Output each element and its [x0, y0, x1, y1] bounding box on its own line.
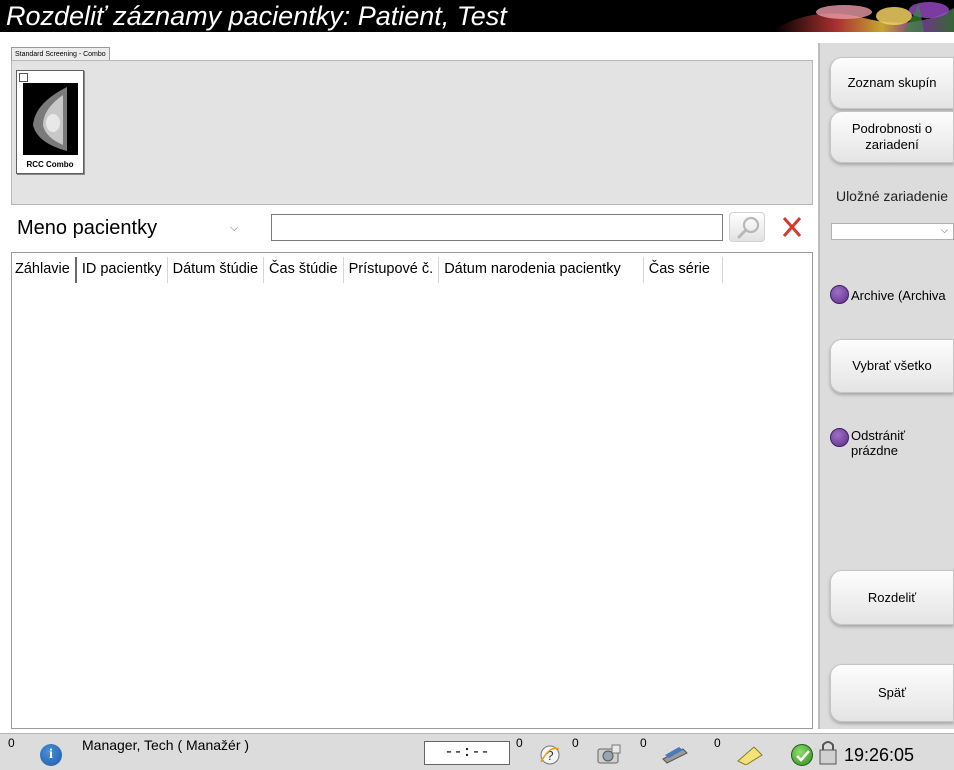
info-icon[interactable]: i: [40, 744, 62, 766]
group-list-label: Zoznam skupín: [847, 75, 937, 90]
split-label: Rozdeliť: [867, 589, 917, 605]
column-header[interactable]: Dátum narodenia pacientky: [439, 257, 644, 283]
clear-search-button[interactable]: [774, 212, 810, 242]
mammogram-image: [23, 83, 78, 155]
close-icon: [782, 217, 802, 237]
media-count: 0: [572, 736, 579, 750]
notes-icon[interactable]: [734, 743, 764, 765]
back-button[interactable]: Späť: [830, 664, 954, 722]
column-header[interactable]: Čas štúdie: [264, 257, 344, 283]
device-details-label: Podrobnosti o zariadení: [851, 121, 933, 152]
help-icon[interactable]: ?: [537, 743, 563, 765]
column-header[interactable]: ID pacientky: [77, 257, 168, 283]
check-icon[interactable]: [791, 744, 813, 766]
select-all-label: Vybrať všetko: [852, 358, 932, 373]
radio-button[interactable]: [830, 285, 849, 304]
printer-count: 0: [640, 736, 647, 750]
archive-label: Archive (Archiva: [851, 288, 946, 303]
column-header[interactable]: Záhlavie: [12, 257, 77, 283]
lock-icon[interactable]: [816, 738, 840, 768]
back-label: Späť: [877, 685, 906, 700]
remove-empty-label: Odstrániť prázdne: [851, 428, 906, 458]
checkmark-icon: [796, 750, 810, 762]
right-panel: Zoznam skupín Podrobnosti o zariadení Ul…: [818, 43, 954, 729]
thumbnail-checkbox[interactable]: [19, 73, 28, 82]
storage-device-label: Uložné zariadenie: [835, 188, 949, 204]
image-thumbnail[interactable]: RCC Combo: [16, 70, 84, 174]
flower-logo-icon: [754, 0, 954, 32]
chevron-down-icon: ⌵: [941, 225, 948, 235]
tab-standard-screening-combo[interactable]: Standard Screening - Combo: [11, 47, 110, 61]
search-field-label: Meno pacientky: [17, 217, 158, 239]
thumbnail-area: [11, 60, 813, 205]
search-button[interactable]: [729, 212, 765, 242]
thumbnail-label: RCC Combo: [26, 160, 74, 169]
search-icon: [737, 216, 760, 239]
printer-icon[interactable]: [657, 743, 689, 765]
search-field-dropdown[interactable]: Meno pacientky ⌵: [11, 214, 265, 242]
column-header[interactable]: Dátum štúdie: [168, 257, 265, 283]
user-label[interactable]: Manager, Tech ( Manažér ): [82, 737, 249, 753]
status-bar: 0 i Manager, Tech ( Manažér ) --:-- 0 ? …: [0, 733, 954, 770]
timer-display: --:--: [424, 741, 510, 765]
split-button[interactable]: Rozdeliť: [830, 570, 954, 625]
radio-button[interactable]: [830, 428, 849, 447]
group-list-button[interactable]: Zoznam skupín: [830, 57, 954, 109]
window-title: Rozdeliť záznamy pacientky: Patient, Tes…: [6, 1, 507, 31]
info-count: 0: [8, 736, 15, 750]
column-header[interactable]: Prístupové č.: [344, 257, 440, 283]
storage-device-dropdown[interactable]: ⌵: [831, 223, 954, 240]
clock: 19:26:05: [844, 745, 915, 765]
title-bar: Rozdeliť záznamy pacientky: Patient, Tes…: [0, 0, 954, 32]
table-header: Záhlavie ID pacientky Dátum štúdie Čas š…: [12, 257, 723, 283]
search-input[interactable]: [271, 214, 723, 241]
notes-count: 0: [714, 736, 721, 750]
select-all-button[interactable]: Vybrať všetko: [830, 339, 954, 393]
remove-empty-option[interactable]: Odstrániť prázdne: [830, 428, 921, 458]
device-details-button[interactable]: Podrobnosti o zariadení: [830, 111, 954, 163]
results-table[interactable]: Záhlavie ID pacientky Dátum štúdie Čas š…: [11, 252, 813, 729]
column-header[interactable]: Čas série: [644, 257, 723, 283]
help-count: 0: [516, 736, 523, 750]
archive-option[interactable]: Archive (Archiva: [830, 285, 946, 304]
chevron-down-icon: ⌵: [230, 222, 239, 234]
media-icon[interactable]: [594, 743, 624, 765]
